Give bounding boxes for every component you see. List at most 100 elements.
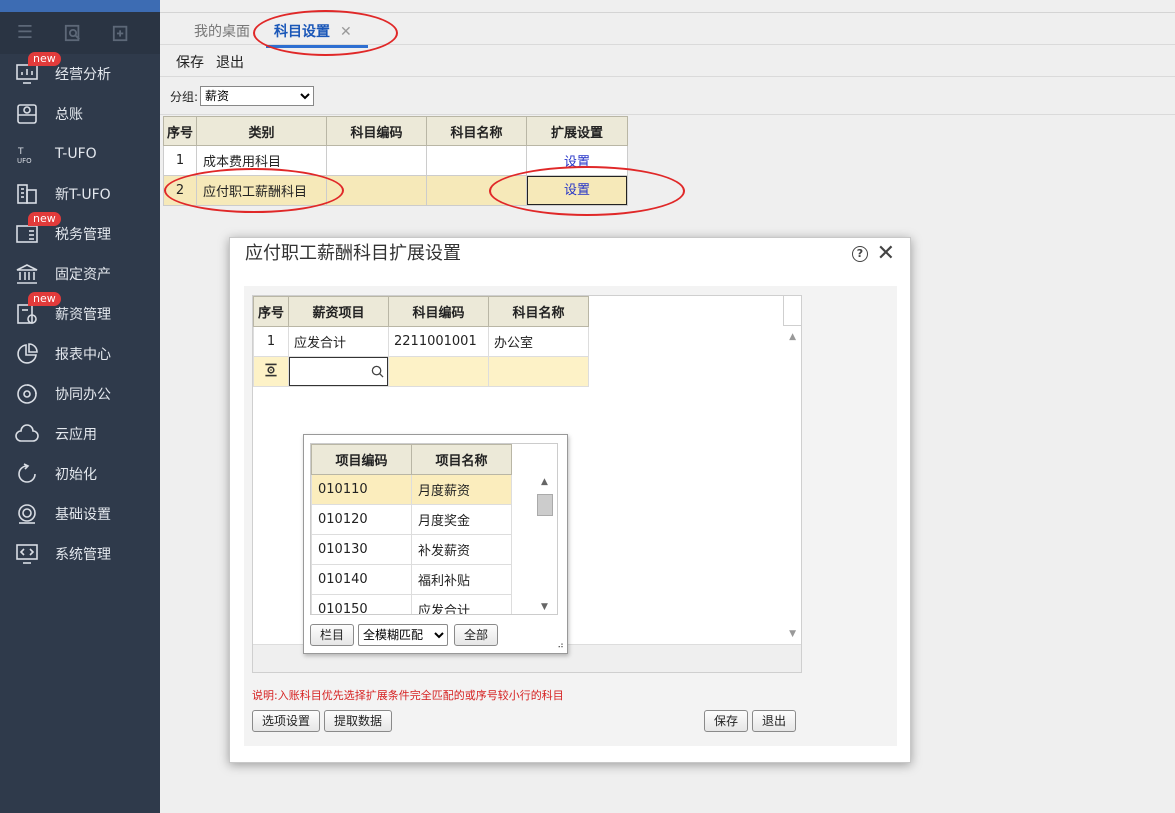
col-header-item-name: 项目名称 bbox=[411, 444, 512, 475]
scroll-down-icon[interactable]: ▼ bbox=[541, 602, 548, 612]
action-bar: 保存 退出 bbox=[176, 52, 244, 72]
sidebar-item[interactable]: 固定资产 bbox=[0, 254, 160, 294]
table-row[interactable]: 1 应发合计 2211001001 办公室 bbox=[253, 326, 589, 357]
dialog-exit-button[interactable]: 退出 bbox=[752, 710, 797, 732]
sidebar-item[interactable]: 经营分析 new bbox=[0, 52, 160, 94]
menu-icon[interactable]: ☰ bbox=[16, 24, 34, 42]
table-row[interactable]: 1 成本费用科目 设置 bbox=[163, 145, 628, 176]
row-name[interactable]: 办公室 bbox=[488, 326, 589, 357]
sidebar-item[interactable]: 薪资管理 new bbox=[0, 292, 160, 334]
col-header-category: 类别 bbox=[196, 116, 327, 146]
scroll-up-icon[interactable]: ▲ bbox=[789, 332, 796, 342]
row-no: 1 bbox=[163, 145, 197, 176]
grid-corner bbox=[783, 296, 801, 326]
dropdown-scrollbar[interactable]: ▲ ▼ bbox=[536, 474, 554, 614]
row-name[interactable] bbox=[426, 145, 527, 176]
search-icon[interactable] bbox=[371, 365, 384, 378]
col-header-name: 科目名称 bbox=[426, 116, 527, 146]
all-button[interactable]: 全部 bbox=[454, 624, 499, 646]
sidebar-item[interactable]: 协同办公 bbox=[0, 374, 160, 414]
fetch-data-button[interactable]: 提取数据 bbox=[324, 710, 393, 732]
row-settings-cell bbox=[253, 356, 289, 387]
salary-item-input-cell bbox=[288, 356, 389, 387]
sidebar-item-label: 经营分析 bbox=[55, 67, 111, 83]
close-tab-icon[interactable]: ✕ bbox=[340, 24, 352, 40]
save-button[interactable]: 保存 bbox=[176, 52, 204, 72]
close-icon[interactable]: ✕ bbox=[877, 241, 895, 266]
dialog-title: 应付职工薪酬科目扩展设置 bbox=[245, 243, 461, 264]
row-settings-icon[interactable] bbox=[263, 362, 279, 378]
note-text: 说明:入账科目优先选择扩展条件完全匹配的或序号较小行的科目 bbox=[252, 689, 564, 702]
sidebar-item[interactable]: 总账 bbox=[0, 94, 160, 134]
table-row-selected[interactable]: 2 应付职工薪酬科目 设置 bbox=[163, 175, 628, 206]
cloud-icon bbox=[14, 421, 40, 447]
row-code[interactable] bbox=[388, 356, 489, 387]
ext-settings-link[interactable]: 设置 bbox=[564, 155, 590, 170]
sidebar-item-label: 薪资管理 bbox=[55, 307, 111, 323]
refresh-icon bbox=[14, 461, 40, 487]
group-select[interactable]: 薪资 bbox=[200, 86, 315, 106]
match-mode-select[interactable]: 全模糊匹配 bbox=[358, 624, 449, 646]
add-window-icon[interactable] bbox=[112, 24, 130, 42]
row-category[interactable]: 成本费用科目 bbox=[196, 145, 327, 176]
scrollbar-thumb[interactable] bbox=[537, 494, 553, 516]
sidebar-nav: 经营分析 new 总账 T UFO T-UFO 新T-UFO 税务管理 new 固定资产 薪资管理 n… bbox=[0, 52, 160, 574]
resize-grip-icon[interactable]: ⠴ bbox=[557, 641, 564, 651]
dropdown-row[interactable]: 010110 月度薪资 bbox=[311, 474, 512, 505]
row-category[interactable]: 应付职工薪酬科目 bbox=[196, 175, 327, 206]
sidebar-item-label: 系统管理 bbox=[55, 547, 111, 563]
vertical-scrollbar[interactable]: ▲ ▼ bbox=[783, 326, 801, 643]
help-icon[interactable]: ? bbox=[852, 246, 868, 262]
row-ext-cell: 设置 bbox=[526, 145, 628, 176]
new-badge: new bbox=[28, 212, 61, 226]
subject-grid: 序号 类别 科目编码 科目名称 扩展设置 1 成本费用科目 设置 2 应付职工薪… bbox=[163, 116, 628, 206]
dropdown-item-name: 月度奖金 bbox=[411, 504, 512, 535]
tab-subject-settings[interactable]: 科目设置 ✕ bbox=[266, 21, 368, 48]
table-row-editing[interactable] bbox=[253, 356, 589, 387]
row-code[interactable] bbox=[326, 175, 427, 206]
code-monitor-icon bbox=[14, 541, 40, 567]
row-salary-item[interactable]: 应发合计 bbox=[288, 326, 389, 357]
sidebar-item[interactable]: 系统管理 bbox=[0, 534, 160, 574]
sidebar-item[interactable]: 报表中心 bbox=[0, 334, 160, 374]
sidebar-item[interactable]: 税务管理 new bbox=[0, 212, 160, 254]
sidebar-item[interactable]: 云应用 bbox=[0, 414, 160, 454]
sidebar-item[interactable]: 新T-UFO bbox=[0, 174, 160, 214]
tab-bar: 我的桌面 科目设置 ✕ bbox=[160, 12, 1175, 48]
dropdown-row[interactable]: 010150 应发合计 bbox=[311, 594, 512, 614]
sidebar-item[interactable]: 初始化 bbox=[0, 454, 160, 494]
sidebar-item-label: T-UFO bbox=[55, 146, 97, 162]
exit-button[interactable]: 退出 bbox=[216, 52, 244, 72]
sidebar-item[interactable]: 基础设置 bbox=[0, 494, 160, 534]
dropdown-item-name: 福利补贴 bbox=[411, 564, 512, 595]
options-button[interactable]: 选项设置 bbox=[252, 710, 321, 732]
salary-item-input[interactable] bbox=[289, 357, 388, 386]
group-filter: 分组: 薪资 bbox=[170, 86, 315, 106]
row-no: 2 bbox=[163, 175, 197, 206]
svg-text:UFO: UFO bbox=[17, 157, 32, 165]
dropdown-row[interactable]: 010140 福利补贴 bbox=[311, 564, 512, 595]
dropdown-row[interactable]: 010120 月度奖金 bbox=[311, 504, 512, 535]
new-badge: new bbox=[28, 292, 61, 306]
scroll-up-icon[interactable]: ▲ bbox=[541, 477, 548, 487]
tab-desktop[interactable]: 我的桌面 bbox=[194, 21, 250, 41]
bank-icon bbox=[14, 261, 40, 287]
ext-settings-link-focused[interactable]: 设置 bbox=[527, 176, 627, 205]
row-code[interactable]: 2211001001 bbox=[388, 326, 489, 357]
col-header-salary-item: 薪资项目 bbox=[288, 296, 389, 327]
dialog-save-button[interactable]: 保存 bbox=[704, 710, 749, 732]
column-button[interactable]: 栏目 bbox=[310, 624, 355, 646]
sidebar-item-label: 初始化 bbox=[55, 467, 97, 483]
dropdown-item-code: 010140 bbox=[311, 564, 412, 595]
dropdown-table: 项目编码 项目名称 010110 月度薪资 010120 月度奖金 010130 补发薪资… bbox=[311, 444, 512, 614]
row-name[interactable] bbox=[426, 175, 527, 206]
sidebar-item-label: 协同办公 bbox=[55, 387, 111, 403]
row-code[interactable] bbox=[326, 145, 427, 176]
sidebar-top-strip bbox=[0, 0, 160, 12]
scroll-down-icon[interactable]: ▼ bbox=[789, 629, 796, 639]
dropdown-row[interactable]: 010130 补发薪资 bbox=[311, 534, 512, 565]
sidebar-item[interactable]: T UFO T-UFO bbox=[0, 134, 160, 174]
search-doc-icon[interactable] bbox=[64, 24, 82, 42]
row-name[interactable] bbox=[488, 356, 589, 387]
sidebar-item-label: 固定资产 bbox=[55, 267, 111, 283]
